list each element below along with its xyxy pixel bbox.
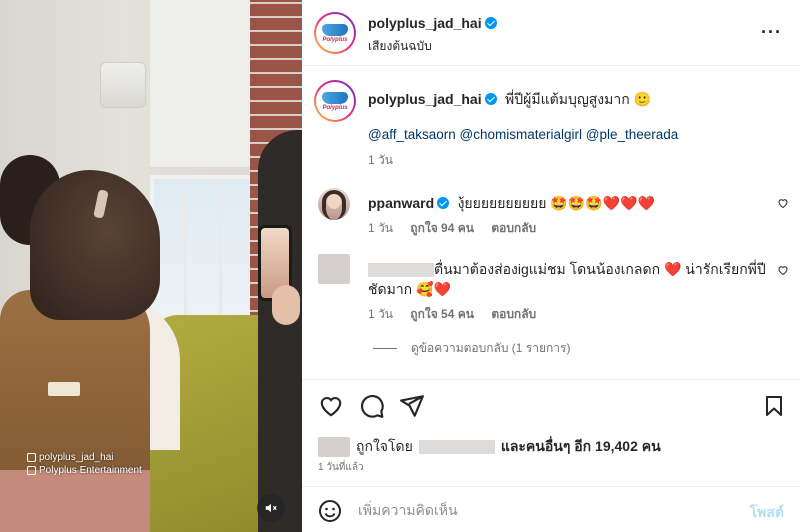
- view-replies[interactable]: ดูข้อความตอบกลับ (1 รายการ): [373, 339, 570, 358]
- bookmark-icon[interactable]: [762, 393, 786, 424]
- commenter-avatar-redacted[interactable]: [318, 254, 350, 284]
- liker-avatar-redacted[interactable]: [318, 437, 350, 457]
- comment-like-heart-icon[interactable]: [777, 197, 789, 212]
- comment-text: ตื่นมาต้องส่องigแม่ชม โดนน้องเกลดก ❤️ น่…: [434, 261, 766, 277]
- instagram-icon: [27, 453, 36, 462]
- comment-text: งุ้ยยยยยยยยยย 🤩🤩🤩❤️❤️❤️: [457, 195, 655, 211]
- comment-like-heart-icon[interactable]: [777, 264, 789, 279]
- paper-plane-icon[interactable]: [399, 393, 425, 424]
- comment-2-meta: 1 วัน ถูกใจ 54 คน ตอบกลับ: [368, 305, 550, 324]
- smiley-icon[interactable]: [318, 499, 342, 528]
- comment-username[interactable]: ppanward: [368, 195, 434, 211]
- likes-prefix: ถูกใจโดย: [356, 438, 413, 454]
- caption-time[interactable]: 1 วัน: [368, 151, 393, 170]
- comment-time[interactable]: 1 วัน: [368, 221, 393, 235]
- speaker-muted-icon[interactable]: [257, 494, 285, 522]
- redacted-liker[interactable]: [418, 440, 495, 454]
- caption-text: พี่ปีผู้มีแต้มบุญสูงมาก 🙂: [505, 91, 652, 107]
- verified-icon: [484, 17, 497, 29]
- likes-count[interactable]: และคนอื่นๆ อีก 19,402 คน: [501, 436, 661, 458]
- polyplus-logo: Polyplus: [316, 14, 354, 52]
- comment-icon[interactable]: [359, 393, 385, 424]
- wall-lamp: [100, 62, 146, 108]
- caption-avatar[interactable]: Polyplus: [314, 80, 356, 122]
- comment-time[interactable]: 1 วัน: [368, 307, 393, 321]
- divider-line: [373, 348, 397, 349]
- vest-label: [48, 382, 80, 396]
- author-username[interactable]: polyplus_jad_hai: [368, 15, 482, 31]
- reply-button[interactable]: ตอบกลับ: [491, 221, 536, 235]
- verified-icon: [437, 197, 450, 209]
- view-replies-label[interactable]: ดูข้อความตอบกลับ (1 รายการ): [411, 339, 570, 358]
- post-time[interactable]: 1 วันที่แล้ว: [318, 460, 364, 475]
- comment-1-meta: 1 วัน ถูกใจ 94 คน ตอบกลับ: [368, 219, 550, 238]
- comment-text-line2: ชัดมาก 🥰❤️: [368, 281, 451, 297]
- child-pants: [0, 470, 150, 532]
- comment-likes[interactable]: ถูกใจ 54 คน: [410, 307, 474, 321]
- caption-username[interactable]: polyplus_jad_hai: [368, 91, 482, 107]
- commenter-avatar[interactable]: [318, 188, 350, 220]
- post-header: Polyplus polyplus_jad_hai เสียงต้นฉบับ ·…: [302, 0, 800, 66]
- comment-composer: โพสต์: [302, 486, 800, 532]
- more-options-icon[interactable]: ···: [761, 22, 782, 43]
- reply-button[interactable]: ตอบกลับ: [491, 307, 536, 321]
- window-blind: [150, 0, 255, 170]
- post-details-pane: Polyplus polyplus_jad_hai เสียงต้นฉบับ ·…: [302, 0, 800, 532]
- caption: polyplus_jad_hai พี่ปีผู้มีแต้มบุญสูงมาก…: [368, 89, 651, 111]
- child-hair: [30, 170, 160, 320]
- redacted-username[interactable]: [368, 262, 434, 277]
- author-avatar[interactable]: Polyplus: [314, 12, 356, 54]
- watermark-handle: polyplus_jad_hai: [27, 452, 114, 463]
- heart-icon[interactable]: [318, 393, 344, 424]
- facebook-icon: [27, 466, 36, 475]
- action-bar: [302, 379, 800, 429]
- post-media[interactable]: polyplus_jad_hai Polyplus Entertainment: [0, 0, 302, 532]
- polyplus-logo: Polyplus: [316, 82, 354, 120]
- adult-figure: [258, 130, 302, 532]
- comment-likes[interactable]: ถูกใจ 94 คน: [410, 221, 474, 235]
- comment-2: ตื่นมาต้องส่องigแม่ชม โดนน้องเกลดก ❤️ น่…: [368, 259, 766, 281]
- watermark-company: Polyplus Entertainment: [27, 465, 142, 476]
- adult-hand: [272, 285, 300, 325]
- likes-summary: ถูกใจโดย และคนอื่นๆ อีก 19,402 คน: [318, 436, 661, 458]
- caption-mentions[interactable]: @aff_taksaorn @chomismaterialgirl @ple_t…: [368, 127, 678, 142]
- comment-1: ppanward งุ้ยยยยยยยยยย 🤩🤩🤩❤️❤️❤️: [368, 193, 655, 215]
- post-comment-button[interactable]: โพสต์: [750, 502, 784, 524]
- comment-input[interactable]: [358, 499, 728, 521]
- verified-icon: [484, 93, 497, 105]
- audio-label[interactable]: เสียงต้นฉบับ: [368, 37, 432, 56]
